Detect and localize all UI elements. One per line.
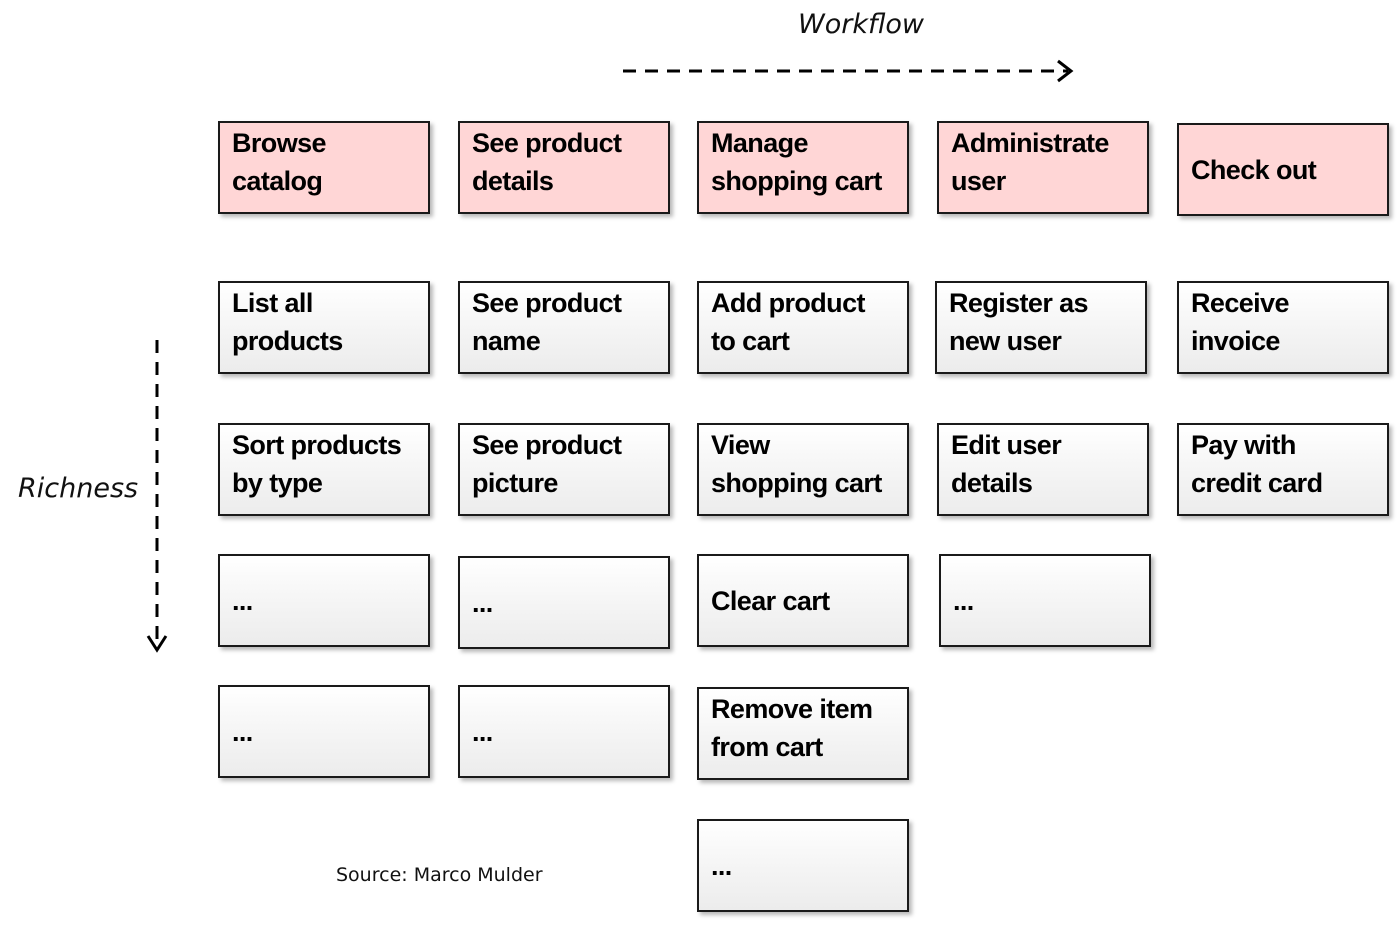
activity-label: See product details bbox=[472, 128, 622, 196]
story-label: Receive invoice bbox=[1191, 288, 1289, 356]
story-card: Clear cart bbox=[697, 554, 909, 647]
story-card: Sort products by type bbox=[218, 423, 430, 516]
story-label: Register as new user bbox=[949, 288, 1089, 356]
story-label: List all products bbox=[232, 288, 343, 356]
story-card: ... bbox=[458, 556, 670, 649]
richness-axis-label: Richness bbox=[18, 473, 139, 504]
story-label: See product picture bbox=[472, 430, 622, 498]
workflow-arrow-head bbox=[1057, 59, 1074, 83]
story-label: ... bbox=[232, 585, 253, 616]
activity-label: Manage shopping cart bbox=[711, 128, 882, 196]
activity-check-out: Check out bbox=[1177, 123, 1389, 216]
richness-arrow-head bbox=[146, 635, 168, 653]
story-card: ... bbox=[218, 685, 430, 778]
story-label: Sort products by type bbox=[232, 430, 402, 498]
activity-administrate-user: Administrate user bbox=[937, 121, 1149, 214]
activity-manage-shopping-cart: Manage shopping cart bbox=[697, 121, 909, 214]
story-card: Edit user details bbox=[937, 423, 1149, 516]
source-caption: Source: Marco Mulder bbox=[336, 864, 543, 886]
story-label: ... bbox=[472, 587, 493, 618]
story-card: List all products bbox=[218, 281, 430, 374]
story-label: ... bbox=[232, 716, 253, 747]
story-label: Remove item from cart bbox=[711, 694, 873, 762]
story-label: View shopping cart bbox=[711, 430, 882, 498]
story-card: Register as new user bbox=[935, 281, 1147, 374]
activity-label: Check out bbox=[1191, 154, 1317, 185]
activity-label: Browse catalog bbox=[232, 128, 327, 196]
story-label: Add product to cart bbox=[711, 288, 865, 356]
story-card: ... bbox=[218, 554, 430, 647]
story-card: Receive invoice bbox=[1177, 281, 1389, 374]
story-label: Clear cart bbox=[711, 585, 830, 616]
story-label: ... bbox=[711, 850, 732, 881]
story-label: Edit user details bbox=[951, 430, 1062, 498]
story-card: Remove item from cart bbox=[697, 687, 909, 780]
story-label: See product name bbox=[472, 288, 622, 356]
workflow-axis-label: Workflow bbox=[798, 9, 924, 40]
story-card: Add product to cart bbox=[697, 281, 909, 374]
story-card: ... bbox=[458, 685, 670, 778]
story-card: Pay with credit card bbox=[1177, 423, 1389, 516]
story-card: ... bbox=[939, 554, 1151, 647]
story-card: ... bbox=[697, 819, 909, 912]
activity-browse-catalog: Browse catalog bbox=[218, 121, 430, 214]
story-label: Pay with credit card bbox=[1191, 430, 1323, 498]
story-card: See product picture bbox=[458, 423, 670, 516]
story-label: ... bbox=[472, 716, 493, 747]
activity-see-product-details: See product details bbox=[458, 121, 670, 214]
story-label: ... bbox=[953, 585, 974, 616]
story-card: View shopping cart bbox=[697, 423, 909, 516]
story-card: See product name bbox=[458, 281, 670, 374]
activity-label: Administrate user bbox=[951, 128, 1109, 196]
